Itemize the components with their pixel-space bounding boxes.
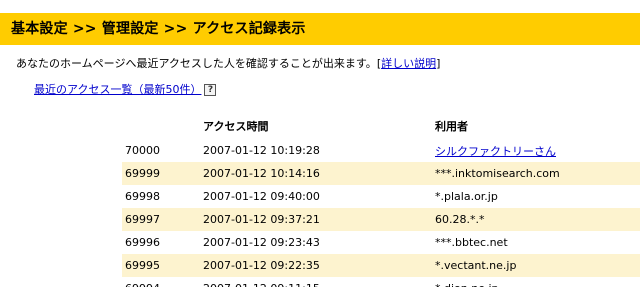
access-number: 69995 [125,259,160,272]
table-row: 69997 2007-01-12 09:37:21 60.28.*.* [122,208,640,231]
access-log-table: アクセス時間 利用者 70000 2007-01-12 10:19:28 シルクファ… [122,113,640,287]
recent-access-row: 最近のアクセス一覧（最新50件） ? [34,83,217,97]
access-number: 69996 [125,236,160,249]
access-time: 2007-01-12 10:14:16 [203,167,320,180]
access-user: ***.inktomisearch.com [435,167,560,180]
access-user: *.plala.or.jp [435,190,498,203]
access-time: 2007-01-12 09:37:21 [203,213,320,226]
recent-access-link[interactable]: 最近のアクセス一覧（最新50件） [34,83,201,97]
access-time: 2007-01-12 09:40:00 [203,190,320,203]
table-row: 70000 2007-01-12 10:19:28 シルクファクトリーさん [122,139,640,162]
details-link[interactable]: 詳しい説明 [381,57,436,70]
table-row: 69998 2007-01-12 09:40:00 *.plala.or.jp [122,185,640,208]
access-user: 60.28.*.* [435,213,485,226]
column-header-user: 利用者 [435,120,468,133]
page-description: あなたのホームページへ最近アクセスした人を確認することが出来ます。[詳しい説明] [16,57,440,71]
access-user: ***.bbtec.net [435,236,508,249]
access-time: 2007-01-12 10:19:28 [203,144,320,157]
column-header-time: アクセス時間 [203,120,269,133]
access-number: 69994 [125,277,160,287]
page: 基本設定 >> 管理設定 >> アクセス記録表示 あなたのホームページへ最近アク… [0,0,640,287]
access-time: 2007-01-12 09:23:43 [203,236,320,249]
table-header-row: アクセス時間 利用者 [122,113,640,139]
help-icon[interactable]: ? [204,84,217,96]
access-number: 69999 [125,167,160,180]
access-time: 2007-01-12 09:22:35 [203,259,320,272]
access-time: 2007-01-12 09:11:15 [203,277,320,287]
access-user-cell: シルクファクトリーさん [435,139,556,162]
table-row: 69996 2007-01-12 09:23:43 ***.bbtec.net [122,231,640,254]
description-text: あなたのホームページへ最近アクセスした人を確認することが出来ます。 [16,57,377,70]
table-row: 69994 2007-01-12 09:11:15 *.dion.ne.jp [122,277,640,287]
access-user: *.vectant.ne.jp [435,259,517,272]
breadcrumb: 基本設定 >> 管理設定 >> アクセス記録表示 [11,21,306,37]
page-header: 基本設定 >> 管理設定 >> アクセス記録表示 [0,13,640,45]
close-bracket: ] [436,57,441,70]
access-number: 70000 [125,144,160,157]
access-number: 69997 [125,213,160,226]
table-row: 69999 2007-01-12 10:14:16 ***.inktomisearc… [122,162,640,185]
access-user: *.dion.ne.jp [435,277,499,287]
access-number: 69998 [125,190,160,203]
table-row: 69995 2007-01-12 09:22:35 *.vectant.ne.jp [122,254,640,277]
user-link[interactable]: シルクファクトリーさん [435,143,556,159]
